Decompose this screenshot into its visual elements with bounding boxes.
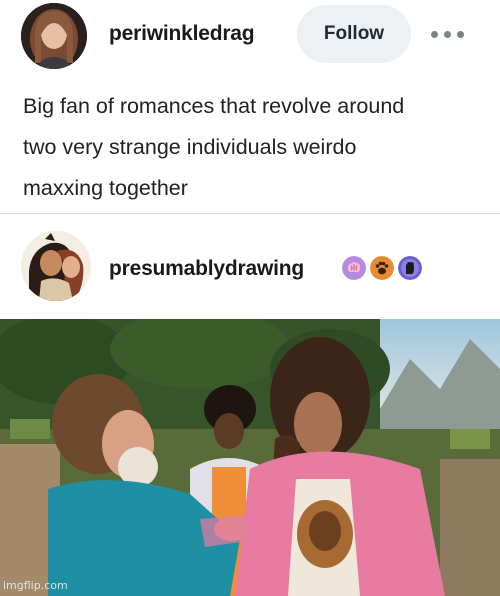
avatar-illustration-image — [21, 231, 91, 301]
post-text-line: Big fan of romances that revolve around — [23, 94, 405, 118]
avatar[interactable] — [21, 231, 91, 301]
badge-row — [342, 256, 422, 280]
reblog-username[interactable]: presumablydrawing — [109, 257, 304, 281]
image-watermark: imgflip.com — [3, 579, 68, 592]
brain-badge-icon[interactable] — [342, 256, 366, 280]
post-username[interactable]: periwinkledrag — [109, 22, 255, 46]
post-header: periwinkledrag Follow — [0, 0, 500, 72]
paw-badge-icon[interactable] — [370, 256, 394, 280]
more-dot — [444, 30, 451, 38]
more-dot — [457, 30, 464, 38]
meme-image: imgflip.com — [0, 319, 500, 596]
post-text-line: maxxing together — [23, 176, 188, 200]
movie-scene-image — [0, 319, 500, 596]
post-body: Big fan of romances that revolve around … — [23, 86, 493, 209]
reblog-header: presumablydrawing — [0, 226, 500, 306]
more-options-icon[interactable] — [431, 24, 467, 44]
follow-button[interactable]: Follow — [297, 5, 411, 63]
avatar[interactable] — [21, 3, 87, 69]
avatar-portrait-image — [21, 3, 87, 69]
post-text-line: two very strange individuals weirdo — [23, 135, 357, 159]
more-dot — [431, 30, 438, 38]
glove-badge-icon[interactable] — [398, 256, 422, 280]
divider — [0, 213, 500, 214]
